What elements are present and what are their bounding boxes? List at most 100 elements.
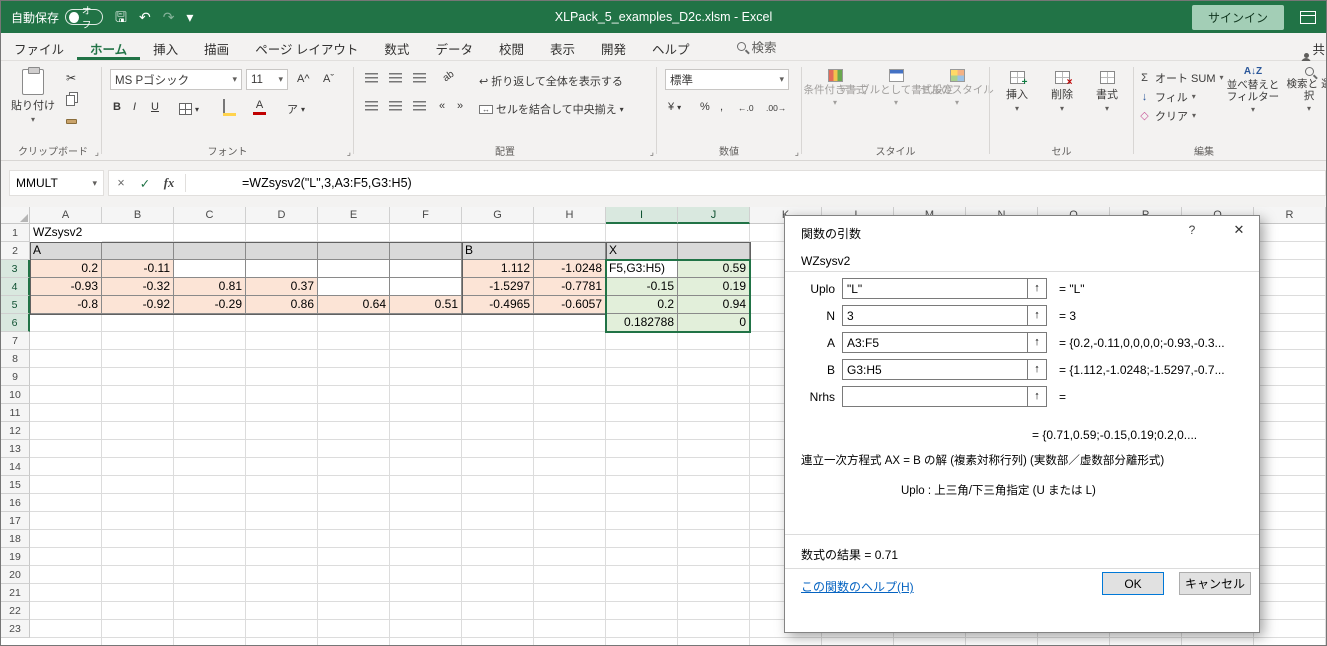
row-header-11[interactable]: 11 (1, 404, 30, 422)
comma-format-button[interactable]: , (717, 99, 726, 115)
column-header-A[interactable]: A (30, 207, 102, 224)
number-format-combo[interactable]: 標準 ▾ (665, 69, 789, 90)
row-header-13[interactable]: 13 (1, 440, 30, 458)
row-header-18[interactable]: 18 (1, 530, 30, 548)
row-header-12[interactable]: 12 (1, 422, 30, 440)
cell-I2[interactable]: X (606, 242, 678, 260)
cell-A2[interactable]: A (30, 242, 102, 260)
row-header-1[interactable]: 1 (1, 224, 30, 242)
cell-I6[interactable]: 0.182788 (606, 314, 678, 332)
dialog-launcher-icon[interactable]: ⌟ (347, 147, 351, 158)
align-left-button[interactable] (362, 99, 381, 113)
dialog-launcher-icon[interactable]: ⌟ (795, 147, 799, 158)
cell-B3[interactable]: -0.11 (102, 260, 174, 278)
cancel-button[interactable]: キャンセル (1179, 572, 1251, 595)
cell-I5[interactable]: 0.2 (606, 296, 678, 314)
align-bottom-button[interactable] (410, 71, 429, 85)
cell-H3[interactable]: -1.0248 (534, 260, 606, 278)
cell-I3[interactable]: F5,G3:H5) (606, 260, 678, 278)
cell-E3[interactable] (318, 260, 390, 278)
italic-button[interactable]: I (130, 99, 139, 115)
column-header-R[interactable]: R (1254, 207, 1326, 224)
row-header-15[interactable]: 15 (1, 476, 30, 494)
clear-button[interactable]: ◇ クリア ▾ (1138, 107, 1196, 124)
tab-home[interactable]: ホーム (77, 33, 140, 60)
cell-B2[interactable] (102, 242, 174, 260)
autosave-toggle[interactable]: 自動保存 オフ (11, 6, 104, 31)
arg-input-n[interactable] (842, 305, 1028, 326)
name-box[interactable]: MMULT ▾ (9, 170, 104, 196)
row-header-21[interactable]: 21 (1, 584, 30, 602)
autosave-switch-icon[interactable]: オフ (65, 6, 104, 31)
cell-C3[interactable] (174, 260, 246, 278)
cell-styles-button[interactable]: セルのスタイル ▾ (920, 67, 994, 109)
cell-A1[interactable]: WZsysv2 (30, 224, 102, 242)
cell-J4[interactable]: 0.19 (678, 278, 750, 296)
cell-H2[interactable] (534, 242, 606, 260)
range-picker-icon[interactable]: ↑ (1028, 332, 1047, 353)
undo-icon[interactable]: ↶ (139, 1, 151, 33)
cell-J2[interactable] (678, 242, 750, 260)
find-select-button[interactable]: 検索と 選択 ▾ (1282, 67, 1326, 113)
column-header-G[interactable]: G (462, 207, 534, 224)
row-header-7[interactable]: 7 (1, 332, 30, 350)
tab-search[interactable]: 検索 (729, 33, 785, 60)
arg-input-nrhs[interactable] (842, 386, 1028, 407)
redo-icon[interactable]: ↷ (163, 1, 175, 33)
cell-G2[interactable]: B (462, 242, 534, 260)
ribbon-display-options-icon[interactable] (1300, 10, 1316, 24)
column-header-I[interactable]: I (606, 207, 678, 224)
cell-E5[interactable]: 0.64 (318, 296, 390, 314)
column-header-D[interactable]: D (246, 207, 318, 224)
dialog-help-icon[interactable]: ? (1183, 223, 1201, 237)
arg-input-a[interactable] (842, 332, 1028, 353)
row-header-5[interactable]: 5 (1, 296, 30, 314)
dialog-launcher-icon[interactable]: ⌟ (95, 147, 99, 158)
cell-D4[interactable]: 0.37 (246, 278, 318, 296)
increase-font-size-button[interactable]: A^ (294, 71, 313, 87)
row-header-19[interactable]: 19 (1, 548, 30, 566)
cancel-entry-icon[interactable]: × (109, 176, 133, 190)
column-header-C[interactable]: C (174, 207, 246, 224)
decrease-indent-button[interactable]: « (436, 98, 448, 114)
dialog-close-icon[interactable]: ✕ (1219, 216, 1259, 244)
cell-E2[interactable] (318, 242, 390, 260)
percent-format-button[interactable]: % (697, 99, 713, 115)
cell-A4[interactable]: -0.93 (30, 278, 102, 296)
tab-view[interactable]: 表示 (537, 33, 588, 60)
signin-button[interactable]: サインイン (1191, 4, 1284, 30)
insert-function-icon[interactable]: fx (157, 176, 181, 191)
column-header-B[interactable]: B (102, 207, 174, 224)
range-picker-icon[interactable]: ↑ (1028, 305, 1047, 326)
tab-data[interactable]: データ (422, 33, 486, 60)
align-top-button[interactable] (362, 71, 381, 85)
borders-button[interactable]: ▾ (176, 101, 202, 117)
cell-G5[interactable]: -0.4965 (462, 296, 534, 314)
cell-F5[interactable]: 0.51 (390, 296, 462, 314)
tab-developer[interactable]: 開発 (588, 33, 639, 60)
tab-file[interactable]: ファイル (1, 33, 77, 60)
enter-entry-icon[interactable]: ✓ (133, 176, 157, 191)
font-name-combo[interactable]: MS Pゴシック ▾ (110, 69, 242, 90)
cell-H4[interactable]: -0.7781 (534, 278, 606, 296)
range-picker-icon[interactable]: ↑ (1028, 386, 1047, 407)
tab-review[interactable]: 校閲 (486, 33, 537, 60)
row-header-9[interactable]: 9 (1, 368, 30, 386)
select-all-corner[interactable] (1, 207, 30, 224)
column-header-H[interactable]: H (534, 207, 606, 224)
cell-B5[interactable]: -0.92 (102, 296, 174, 314)
row-header-17[interactable]: 17 (1, 512, 30, 530)
cell-C2[interactable] (174, 242, 246, 260)
cell-J6[interactable]: 0 (678, 314, 750, 332)
row-header-2[interactable]: 2 (1, 242, 30, 260)
cell-G4[interactable]: -1.5297 (462, 278, 534, 296)
tab-draw[interactable]: 描画 (191, 33, 242, 60)
tab-help[interactable]: ヘルプ (639, 33, 703, 60)
decrease-decimal-button[interactable]: .00→ (763, 101, 789, 115)
cell-E4[interactable] (318, 278, 390, 296)
tab-insert[interactable]: 挿入 (140, 33, 191, 60)
row-header-6[interactable]: 6 (1, 314, 30, 332)
cell-I4[interactable]: -0.15 (606, 278, 678, 296)
cell-D5[interactable]: 0.86 (246, 296, 318, 314)
save-icon[interactable]: 🖫 (115, 1, 127, 33)
